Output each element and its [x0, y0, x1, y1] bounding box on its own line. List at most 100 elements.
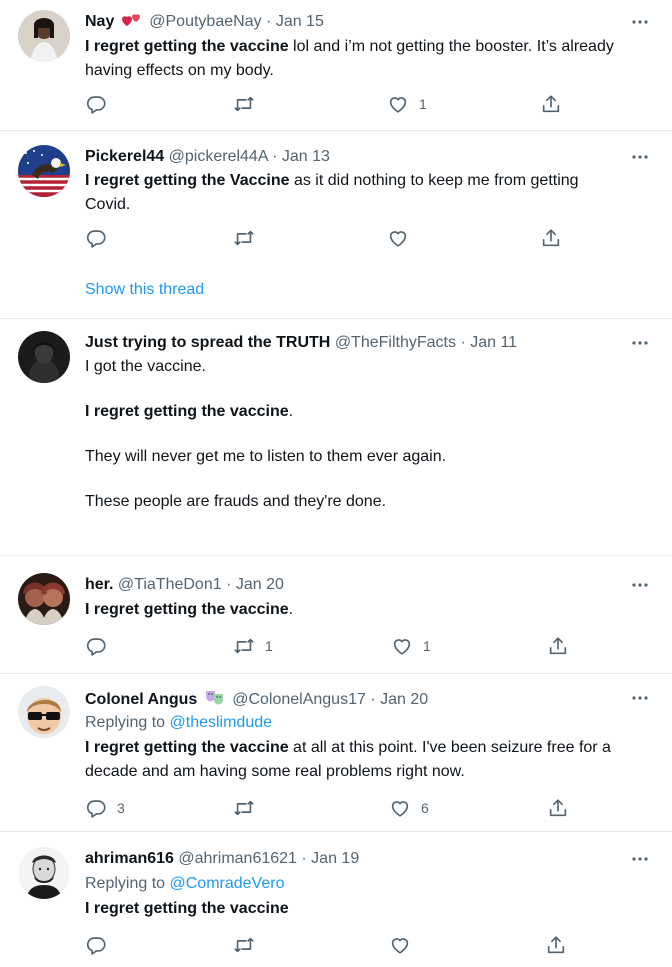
- avatar[interactable]: [18, 686, 70, 738]
- heart-emoji-icon: [121, 12, 143, 34]
- retweet-count: 1: [265, 638, 273, 654]
- like-button[interactable]: 1: [387, 93, 427, 115]
- reply-button[interactable]: [85, 93, 117, 115]
- share-button[interactable]: [547, 635, 569, 657]
- display-name[interactable]: her.: [85, 576, 113, 593]
- user-handle[interactable]: @TiaTheDon1: [118, 576, 222, 593]
- more-icon[interactable]: [630, 688, 650, 708]
- reply-button[interactable]: [85, 227, 117, 249]
- like-count: 1: [423, 638, 431, 654]
- like-count: 1: [419, 96, 427, 112]
- display-name[interactable]: ahriman616: [85, 850, 174, 867]
- share-button[interactable]: [545, 934, 567, 956]
- reply-count: 3: [117, 800, 125, 816]
- reply-icon: [85, 797, 107, 819]
- user-handle[interactable]: @ahriman61621: [178, 850, 297, 867]
- tweet-date[interactable]: Jan 11: [470, 334, 517, 351]
- retweet-icon: [233, 797, 255, 819]
- display-name[interactable]: Just trying to spread the TRUTH: [85, 334, 330, 351]
- like-button[interactable]: [387, 227, 419, 249]
- tweet-pickerel44[interactable]: Pickerel44 @pickerel44A · Jan 13 I regre…: [0, 131, 672, 318]
- retweet-button[interactable]: [233, 797, 265, 819]
- more-icon[interactable]: [630, 575, 650, 595]
- tweet-text: I regret getting the vaccine: [85, 897, 650, 921]
- retweet-icon: [233, 93, 255, 115]
- user-handle[interactable]: @PoutybaeNay: [149, 13, 261, 30]
- user-handle[interactable]: @ColonelAngus17: [232, 691, 366, 708]
- tweet-text: I regret getting the Vaccine as it did n…: [85, 169, 650, 217]
- user-handle[interactable]: @pickerel44A: [169, 148, 268, 165]
- more-icon[interactable]: [630, 147, 650, 167]
- like-icon: [389, 797, 411, 819]
- retweet-button[interactable]: [233, 934, 265, 956]
- tweet-header: her. @TiaTheDon1 · Jan 20: [85, 575, 632, 595]
- avatar[interactable]: [18, 847, 70, 899]
- avatar[interactable]: [18, 331, 70, 383]
- retweet-icon: [233, 934, 255, 956]
- share-button[interactable]: [540, 227, 562, 249]
- like-button[interactable]: 6: [389, 797, 429, 819]
- display-name[interactable]: Nay: [85, 13, 114, 30]
- like-icon: [391, 635, 413, 657]
- reply-button[interactable]: [85, 635, 117, 657]
- tweet-text-line2: Covid.: [85, 196, 131, 213]
- tweet-date[interactable]: Jan 15: [276, 13, 324, 30]
- tweet-paragraph: I got the vaccine.: [85, 358, 206, 375]
- share-icon: [540, 227, 562, 249]
- reply-icon: [85, 227, 107, 249]
- tweet-actions: [85, 227, 575, 249]
- user-handle[interactable]: @TheFilthyFacts: [335, 334, 456, 351]
- tweet-date[interactable]: Jan 20: [380, 691, 428, 708]
- tweet-actions: [85, 934, 575, 956]
- more-icon[interactable]: [630, 849, 650, 869]
- tweet-text-bold: I regret getting the vaccine: [85, 403, 289, 420]
- replying-to-handle[interactable]: @ComradeVero: [170, 875, 285, 892]
- theater-masks-emoji-icon: [204, 688, 226, 712]
- replying-to: Replying to @theslimdude: [85, 714, 273, 731]
- tweet-colonelangus[interactable]: Colonel Angus @ColonelAngus17 · Jan 20 R…: [0, 674, 672, 831]
- replying-to-handle[interactable]: @theslimdude: [170, 714, 273, 731]
- tweet-thefilthyfacts[interactable]: Just trying to spread the TRUTH @TheFilt…: [0, 319, 672, 555]
- tweet-header: Just trying to spread the TRUTH @TheFilt…: [85, 333, 632, 353]
- retweet-button[interactable]: [233, 93, 265, 115]
- like-button[interactable]: 1: [391, 635, 431, 657]
- tweet-actions: 1: [85, 93, 575, 115]
- tweet-date[interactable]: Jan 13: [282, 148, 330, 165]
- more-icon[interactable]: [630, 12, 650, 32]
- share-button[interactable]: [540, 93, 562, 115]
- tweet-nay[interactable]: Nay @PoutybaeNay · Jan 15 I regret getti…: [0, 0, 672, 130]
- tweet-text-bold: I regret getting the Vaccine: [85, 172, 290, 189]
- avatar[interactable]: [18, 10, 70, 62]
- reply-button[interactable]: 3: [85, 797, 125, 819]
- replying-to: Replying to @ComradeVero: [85, 875, 285, 892]
- reply-button[interactable]: [85, 934, 117, 956]
- like-icon: [387, 93, 409, 115]
- tweet-ahriman616[interactable]: ahriman616 @ahriman61621 · Jan 19 Replyi…: [0, 832, 672, 967]
- separator: ·: [460, 334, 466, 351]
- tweet-text-bold: I regret getting the vaccine: [85, 601, 289, 618]
- tweet-text: I regret getting the vaccine.: [85, 601, 294, 618]
- show-thread-link[interactable]: Show this thread: [85, 281, 204, 299]
- avatar[interactable]: [18, 145, 70, 197]
- avatar[interactable]: [18, 573, 70, 625]
- tweet-text-bold: I regret getting the vaccine: [85, 739, 289, 756]
- retweet-button[interactable]: 1: [233, 635, 273, 657]
- share-icon: [547, 635, 569, 657]
- separator: ·: [272, 148, 278, 165]
- display-name[interactable]: Colonel Angus: [85, 691, 197, 708]
- share-button[interactable]: [547, 797, 569, 819]
- tweet-header: Nay @PoutybaeNay · Jan 15: [85, 12, 632, 34]
- tweet-tiathedon1[interactable]: her. @TiaTheDon1 · Jan 20 I regret getti…: [0, 556, 672, 673]
- tweet-paragraph: They will never get me to listen to them…: [85, 448, 447, 465]
- like-button[interactable]: [389, 934, 421, 956]
- tweet-date[interactable]: Jan 19: [311, 850, 359, 867]
- like-icon: [387, 227, 409, 249]
- retweet-button[interactable]: [233, 227, 265, 249]
- separator: ·: [301, 850, 307, 867]
- separator: ·: [370, 691, 376, 708]
- more-icon[interactable]: [630, 333, 650, 353]
- tweet-text-rest: as it did nothing to keep me from gettin…: [289, 172, 579, 189]
- tweet-date[interactable]: Jan 20: [236, 576, 284, 593]
- display-name[interactable]: Pickerel44: [85, 148, 164, 165]
- tweet-text-bold: I regret getting the vaccine: [85, 900, 289, 917]
